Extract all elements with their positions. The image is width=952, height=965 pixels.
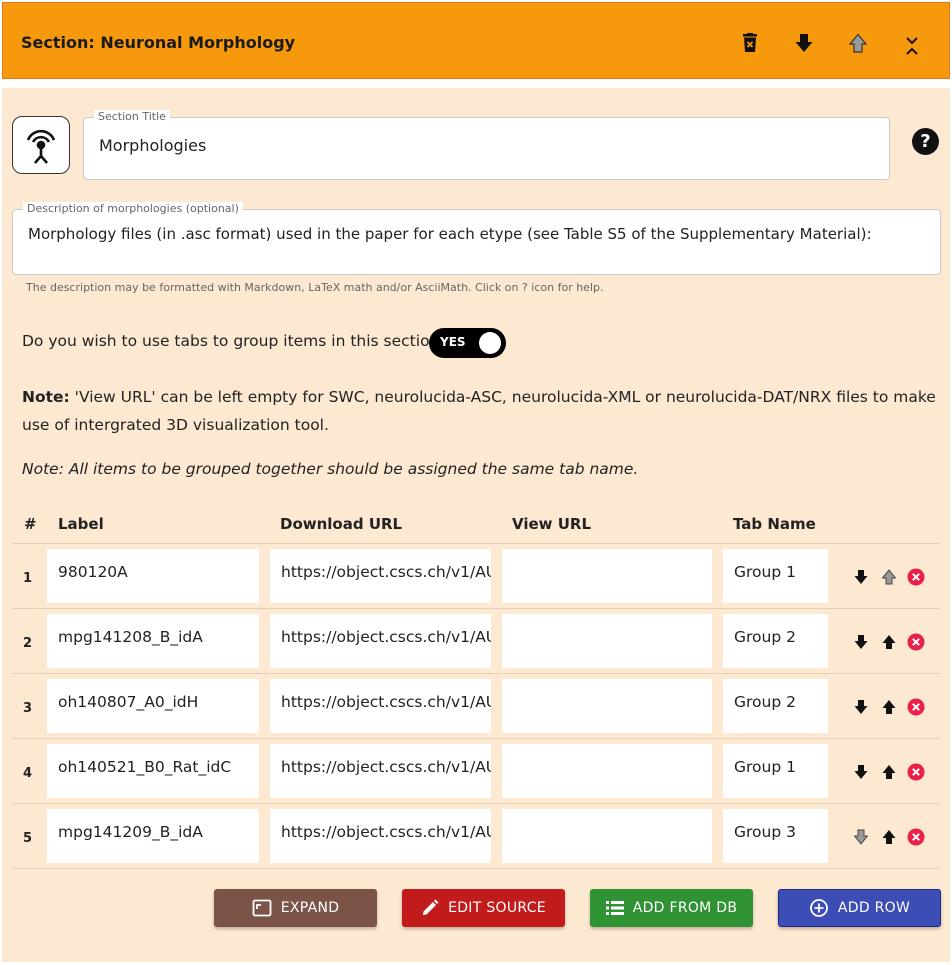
- row-delete-icon[interactable]: [907, 763, 925, 781]
- view-url-input[interactable]: [502, 809, 712, 863]
- tabs-toggle-label: YES: [440, 335, 466, 349]
- section-header-title: Section: Neuronal Morphology: [21, 33, 296, 52]
- row-move-up-icon[interactable]: [880, 828, 898, 846]
- download-url-input[interactable]: https://object.cscs.ch/v1/AUTH_: [270, 549, 491, 603]
- row-number: 4: [23, 766, 33, 781]
- note-tab-grouping: Note: All items to be grouped together s…: [22, 460, 639, 478]
- row-number: 2: [23, 636, 33, 651]
- download-url-input[interactable]: https://object.cscs.ch/v1/AUTH_: [270, 679, 491, 733]
- label-input[interactable]: oh140521_B0_Rat_idC: [47, 744, 259, 798]
- section-header: Section: Neuronal Morphology: [2, 2, 950, 79]
- description-field[interactable]: Description of morphologies (optional) M…: [12, 202, 941, 275]
- pencil-icon: [423, 899, 439, 915]
- table-header-divider: [12, 543, 940, 544]
- view-url-input[interactable]: [502, 549, 712, 603]
- column-header-download-url: Download URL: [280, 515, 403, 533]
- expand-icon: [252, 899, 272, 917]
- note-view-url: Note: 'View URL' can be left empty for S…: [22, 383, 940, 439]
- delete-icon[interactable]: [736, 29, 764, 57]
- download-url-input[interactable]: https://object.cscs.ch/v1/AUTH_: [270, 809, 491, 863]
- row-divider: [12, 673, 940, 674]
- tab-name-input[interactable]: Group 1: [723, 744, 828, 798]
- column-header-tab-name: Tab Name: [733, 515, 816, 533]
- row-delete-icon[interactable]: [907, 568, 925, 586]
- description-value: Morphology files (in .asc format) used i…: [28, 225, 872, 243]
- label-input[interactable]: mpg141209_B_idA: [47, 809, 259, 863]
- arrow-up-icon[interactable]: [844, 29, 872, 57]
- view-url-input[interactable]: [502, 679, 712, 733]
- download-url-input[interactable]: https://object.cscs.ch/v1/AUTH_: [270, 614, 491, 668]
- tabs-toggle[interactable]: YES: [429, 328, 506, 358]
- row-divider: [12, 803, 940, 804]
- row-number: 1: [23, 571, 33, 586]
- row-move-up-icon[interactable]: [880, 568, 898, 586]
- help-icon[interactable]: ?: [912, 128, 939, 155]
- download-url-input[interactable]: https://object.cscs.ch/v1/AUTH_: [270, 744, 491, 798]
- column-header-label: Label: [58, 515, 104, 533]
- tab-name-input[interactable]: Group 2: [723, 614, 828, 668]
- section-title-value: Morphologies: [99, 136, 207, 155]
- add-row-button-label: ADD ROW: [837, 900, 911, 916]
- label-input[interactable]: mpg141208_B_idA: [47, 614, 259, 668]
- row-move-down-icon[interactable]: [852, 698, 870, 716]
- row-move-up-icon[interactable]: [880, 698, 898, 716]
- description-legend: Description of morphologies (optional): [23, 202, 243, 216]
- tab-name-input[interactable]: Group 3: [723, 809, 828, 863]
- add-row-button[interactable]: ADD ROW: [778, 889, 941, 927]
- section-title-legend: Section Title: [94, 110, 170, 124]
- description-hint: The description may be formatted with Ma…: [26, 281, 604, 294]
- note-prefix: Note:: [22, 388, 70, 406]
- tabs-toggle-knob: [479, 332, 501, 354]
- row-move-up-icon[interactable]: [880, 633, 898, 651]
- row-divider: [12, 608, 940, 609]
- row-delete-icon[interactable]: [907, 633, 925, 651]
- row-move-down-icon[interactable]: [852, 633, 870, 651]
- plus-circle-icon: [809, 899, 828, 917]
- row-move-down-icon[interactable]: [852, 828, 870, 846]
- row-delete-icon[interactable]: [907, 828, 925, 846]
- column-header-number: #: [24, 515, 37, 533]
- add-from-db-button-label: ADD FROM DB: [632, 900, 738, 916]
- label-input[interactable]: oh140807_A0_idH: [47, 679, 259, 733]
- row-move-down-icon[interactable]: [852, 763, 870, 781]
- row-divider: [12, 738, 940, 739]
- note-text: 'View URL' can be left empty for SWC, ne…: [22, 388, 936, 434]
- list-icon: [605, 901, 624, 915]
- row-number: 5: [23, 831, 33, 846]
- row-delete-icon[interactable]: [907, 698, 925, 716]
- view-url-input[interactable]: [502, 744, 712, 798]
- tabs-question: Do you wish to use tabs to group items i…: [22, 332, 448, 350]
- row-move-up-icon[interactable]: [880, 763, 898, 781]
- column-header-view-url: View URL: [512, 515, 592, 533]
- expand-button[interactable]: EXPAND: [214, 889, 377, 927]
- tab-name-input[interactable]: Group 1: [723, 549, 828, 603]
- expand-button-label: EXPAND: [280, 900, 340, 916]
- edit-source-button-label: EDIT SOURCE: [448, 900, 546, 916]
- section-icon-button[interactable]: [12, 116, 70, 174]
- arrow-down-icon[interactable]: [790, 29, 818, 57]
- section-title-field[interactable]: Section Title Morphologies: [83, 110, 890, 180]
- row-move-down-icon[interactable]: [852, 568, 870, 586]
- add-from-db-button[interactable]: ADD FROM DB: [590, 889, 753, 927]
- label-input[interactable]: 980120A: [47, 549, 259, 603]
- collapse-icon[interactable]: [898, 33, 926, 61]
- row-number: 3: [23, 701, 33, 716]
- tab-name-input[interactable]: Group 2: [723, 679, 828, 733]
- row-divider: [12, 868, 940, 869]
- view-url-input[interactable]: [502, 614, 712, 668]
- edit-source-button[interactable]: EDIT SOURCE: [402, 889, 565, 927]
- neuron-icon: [26, 129, 56, 164]
